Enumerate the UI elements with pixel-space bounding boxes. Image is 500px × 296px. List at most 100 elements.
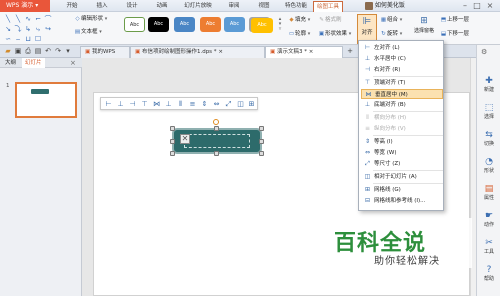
tab-close-icon[interactable]: ×	[218, 49, 223, 55]
gridlines-icon[interactable]: ⊞	[247, 100, 256, 108]
print-icon[interactable]: ⎙	[24, 47, 32, 55]
settings-icon[interactable]: ⚙	[481, 48, 487, 56]
tab-document-1[interactable]: ▣ 布信项封绘制图形操作1.dps * ×	[130, 46, 265, 58]
format-painter-button[interactable]: ✎格式刷	[318, 16, 341, 25]
right-bar-shape[interactable]: ◔ 形状	[477, 156, 500, 182]
freeform-shape-icon[interactable]: ⊔	[24, 35, 32, 43]
menu-item-relative-slide[interactable]: ◫ 相对于幻灯片 (A)	[361, 172, 443, 182]
menu-item-align-right[interactable]: ⊣ 右对齐 (R)	[361, 65, 443, 75]
shape-style-swatch[interactable]: Abc	[200, 17, 221, 32]
align-right-icon[interactable]: ⊣	[128, 100, 137, 108]
connector-shape-icon[interactable]: ⤷	[34, 25, 42, 33]
send-backward-button[interactable]: ⬓下移一层	[440, 30, 469, 39]
menu-item-same-height[interactable]: ⇕ 等高 (I)	[361, 137, 443, 147]
more-icon[interactable]: ▾	[64, 47, 72, 55]
shape-style-swatch[interactable]: Abc	[174, 17, 195, 32]
fill-button[interactable]: ◆填充 ▾	[288, 16, 310, 25]
outline-button[interactable]: ▭轮廓 ▾	[288, 30, 310, 39]
right-bar-new[interactable]: ✚ 新建	[477, 75, 500, 101]
connector-shape-icon[interactable]: ↳	[24, 25, 32, 33]
tab-animation[interactable]: 动画	[152, 1, 172, 12]
tab-slideshow[interactable]: 幻灯片放映	[180, 1, 216, 12]
close-icon[interactable]: ×	[485, 1, 495, 11]
distribute-h-icon[interactable]: ⫴	[176, 100, 185, 108]
align-center-icon[interactable]: ⊥	[116, 100, 125, 108]
tab-home[interactable]: 开始	[62, 1, 82, 12]
curve-shape-icon[interactable]: ⌒	[44, 15, 52, 23]
shape-effect-button[interactable]: ▣形状效果 ▾	[318, 30, 351, 39]
curve-shape-icon[interactable]: ⌐	[34, 15, 42, 23]
align-bottom-icon[interactable]: ⊥	[164, 100, 173, 108]
slide-thumbnail[interactable]	[15, 82, 77, 118]
resize-handle[interactable]	[170, 139, 175, 144]
rotate-button[interactable]: ↻旋转 ▾	[380, 30, 402, 39]
tab-features[interactable]: 特色功能	[282, 1, 310, 12]
align-middle-icon[interactable]: ⋈	[152, 100, 161, 108]
resize-handle[interactable]	[259, 139, 264, 144]
tab-outline[interactable]: 大纲	[2, 58, 19, 68]
menu-item-grid-guides[interactable]: ⊟ 网格线和参考线 (I)...	[361, 196, 443, 206]
resize-handle[interactable]	[259, 126, 264, 131]
resize-handle[interactable]	[259, 151, 264, 156]
tab-design[interactable]: 设计	[122, 1, 142, 12]
right-bar-transition[interactable]: ⇆ 切换	[477, 129, 500, 155]
distribute-v-icon[interactable]: ≡	[188, 100, 197, 108]
resize-handle[interactable]	[214, 151, 219, 156]
resize-handle[interactable]	[170, 126, 175, 131]
right-bar-help[interactable]: ? 帮助	[477, 264, 500, 290]
shape-style-swatch[interactable]: Abc	[224, 17, 245, 32]
relative-slide-icon[interactable]: ◫	[236, 100, 245, 108]
tab-review[interactable]: 审阅	[224, 1, 244, 12]
menu-item-same-size[interactable]: ⤢ 等尺寸 (Z)	[361, 159, 443, 169]
group-button[interactable]: ▦组合 ▾	[380, 16, 402, 25]
line-shape-icon[interactable]: ╲	[4, 15, 12, 23]
connector-shape-icon[interactable]: ⤵	[14, 25, 22, 33]
shape-style-swatch[interactable]: Abc	[124, 17, 145, 32]
maximize-icon[interactable]: □	[472, 1, 482, 11]
menu-item-align-center[interactable]: ⊥ 水平居中 (C)	[361, 54, 443, 64]
selection-pane-button[interactable]: ⊞ 选择窗格	[412, 15, 436, 43]
freeform-shape-icon[interactable]: ☐	[34, 35, 42, 43]
shape-text-area[interactable]	[184, 134, 250, 148]
connector-shape-icon[interactable]: ↪	[44, 25, 52, 33]
same-size-icon[interactable]: ⤢	[224, 100, 233, 108]
menu-item-same-width[interactable]: ⇔ 等宽 (W)	[361, 148, 443, 158]
tab-close-icon[interactable]: ×	[309, 49, 314, 55]
right-bar-tools[interactable]: ✂ 工具	[477, 237, 500, 263]
right-bar-action[interactable]: ☛ 动作	[477, 210, 500, 236]
bring-forward-button[interactable]: ⬒上移一层	[440, 16, 469, 25]
shape-action-icon[interactable]: ✕	[180, 134, 190, 144]
app-menu-button[interactable]: WPS 演示 ▾	[0, 0, 50, 12]
tab-drawing-tools[interactable]: 绘图工具	[313, 1, 343, 12]
resize-handle[interactable]	[170, 151, 175, 156]
menu-item-align-top[interactable]: ⊤ 顶端对齐 (T)	[361, 78, 443, 88]
align-top-icon[interactable]: ⊤	[140, 100, 149, 108]
menu-item-align-left[interactable]: ⊢ 左对齐 (L)	[361, 43, 443, 53]
preview-icon[interactable]: ▤	[34, 47, 42, 55]
close-panel-icon[interactable]: ×	[70, 58, 76, 68]
curve-shape-icon[interactable]: ⌢	[14, 35, 22, 43]
tab-slides[interactable]: 幻灯片	[22, 58, 45, 68]
curve-shape-icon[interactable]: ∽	[4, 35, 12, 43]
menu-item-align-middle[interactable]: ⋈ 垂直居中 (M)	[361, 89, 443, 99]
style-gallery-scroll[interactable]: ▴ ▾ ▿	[277, 17, 283, 32]
edit-shape-button[interactable]: ◇编辑形状 ▾	[74, 15, 107, 24]
resize-handle[interactable]	[214, 126, 219, 131]
right-bar-select[interactable]: ⬚ 选择	[477, 102, 500, 128]
redo-icon[interactable]: ↷	[54, 47, 62, 55]
new-tab-icon[interactable]: +	[346, 47, 354, 55]
minimize-icon[interactable]: –	[460, 1, 470, 11]
same-width-icon[interactable]: ⇔	[212, 100, 221, 108]
tab-view[interactable]: 视图	[254, 1, 274, 12]
shape-style-swatch[interactable]: Abc	[148, 17, 169, 32]
right-bar-properties[interactable]: ▤ 属性	[477, 183, 500, 209]
align-left-icon[interactable]: ⊢	[104, 100, 113, 108]
user-area[interactable]: 如何美化饭	[365, 1, 405, 11]
connector-shape-icon[interactable]: ↘	[4, 25, 12, 33]
curve-shape-icon[interactable]: ∿	[24, 15, 32, 23]
tab-insert[interactable]: 插入	[92, 1, 112, 12]
rotation-handle[interactable]	[213, 119, 219, 125]
line-shape-icon[interactable]: ╲	[14, 15, 22, 23]
undo-icon[interactable]: ↶	[44, 47, 52, 55]
tab-my-wps[interactable]: ▣ 我的WPS	[80, 46, 130, 58]
